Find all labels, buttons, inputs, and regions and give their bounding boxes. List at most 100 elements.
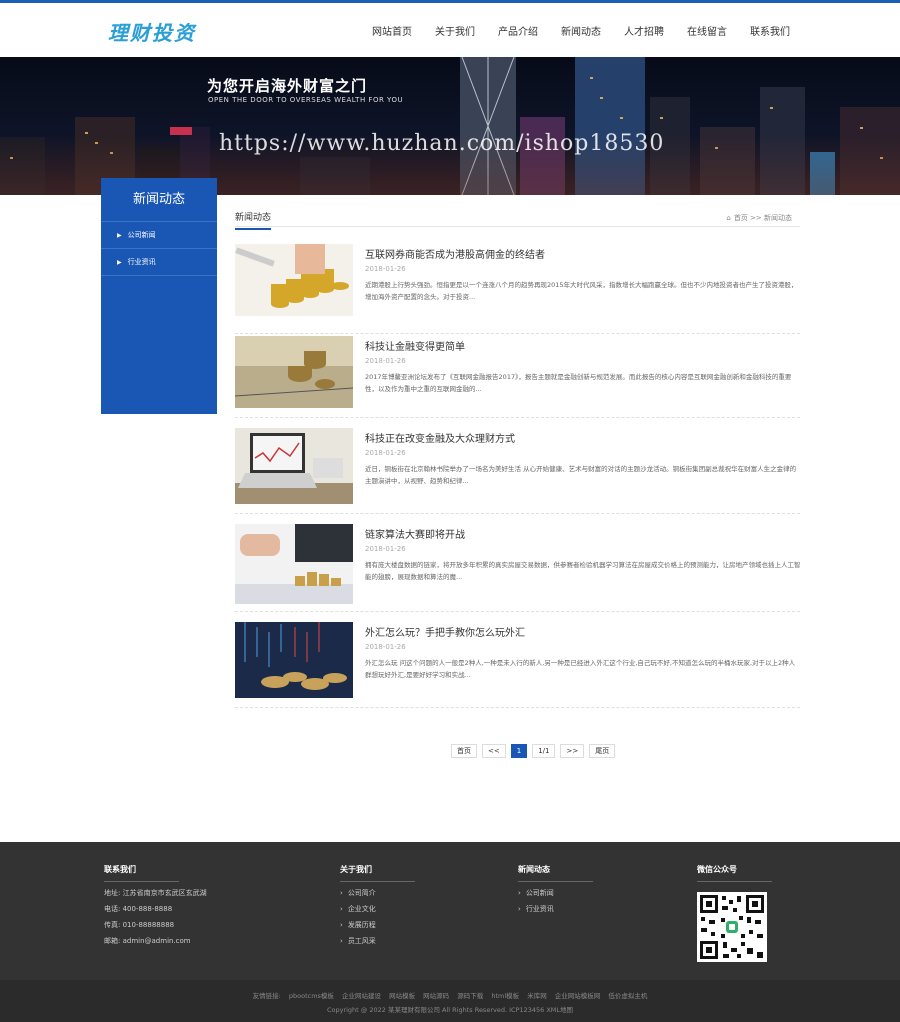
news-title[interactable]: 链家算法大赛即将开战 [365, 526, 465, 541]
banner-subline: OPEN THE DOOR TO OVERSEAS WEALTH FOR YOU [208, 96, 404, 104]
footer-link[interactable]: › 员工风采 [340, 937, 415, 946]
footer-link[interactable]: › 企业文化 [340, 905, 415, 914]
list-item[interactable]: 科技正在改变金融及大众理财方式 2018-01-26 近日，铜板街在北京翰林书院… [235, 428, 800, 514]
friend-links-label: 友情链接: [252, 992, 281, 1000]
sidebar-item-label: 行业资讯 [127, 258, 156, 266]
news-title[interactable]: 外汇怎么玩？手把手教你怎么玩外汇 [365, 624, 525, 639]
news-thumbnail[interactable] [235, 524, 353, 604]
breadcrumb-text: 首页 >> 新闻动态 [733, 214, 792, 222]
footer-news-title: 新闻动态 [518, 864, 593, 882]
chevron-right-icon: › [518, 889, 521, 897]
news-date: 2018-01-26 [365, 545, 406, 553]
page-count: 1/1 [532, 744, 556, 758]
sidebar-title: 新闻动态 [101, 178, 217, 222]
chevron-right-icon: › [340, 921, 343, 929]
qr-code-image [697, 892, 767, 962]
news-title[interactable]: 科技正在改变金融及大众理财方式 [365, 430, 515, 445]
footer-phone: 电话: 400-888-8888 [104, 905, 173, 913]
banner-headline: 为您开启海外财富之门 [207, 77, 368, 95]
news-thumbnail[interactable] [235, 428, 353, 504]
chevron-right-icon: › [340, 905, 343, 913]
chevron-right-icon: › [518, 905, 521, 913]
list-item[interactable]: 链家算法大赛即将开战 2018-01-26 拥有庞大楼盘数据的链家，将开放多年积… [235, 524, 801, 612]
footer-link-label: 公司新闻 [525, 889, 554, 897]
friend-links: 友情链接: pbootcms模板 企业网站建设 网站模板 网站源码 源码下载 h… [0, 990, 900, 1000]
page-title: 新闻动态 [235, 210, 272, 230]
prev-page-button[interactable]: << [482, 744, 506, 758]
friend-link[interactable]: 网站模板 [389, 992, 415, 1000]
content-header: 新闻动态 ⌂ 首页 >> 新闻动态 [235, 205, 800, 230]
footer-link[interactable]: › 行业资讯 [518, 905, 593, 914]
footer-link[interactable]: › 公司新闻 [518, 889, 593, 898]
breadcrumb[interactable]: ⌂ 首页 >> 新闻动态 [726, 213, 792, 223]
news-summary: 外汇怎么玩 问这个问题的人一般是2种人,一种是未入行的新人,另一种是已经进入外汇… [365, 659, 796, 679]
news-date: 2018-01-26 [365, 449, 406, 457]
nav-about[interactable]: 关于我们 [435, 23, 475, 38]
footer-bottom: 友情链接: pbootcms模板 企业网站建设 网站模板 网站源码 源码下载 h… [0, 980, 900, 1022]
news-summary: 2017年博鳌亚洲论坛发布了《互联网金融报告2017》，报告主题就是金融创新与规… [365, 373, 792, 393]
site-logo[interactable]: 理财投资 [108, 17, 196, 46]
pagination: 首页 << 1 1/1 >> 尾页 [451, 744, 616, 758]
news-summary: 近期港股上行势头强劲。恒指更是以一个连涨八个月的趋势再现2015年大时代风采，指… [365, 281, 798, 301]
footer-wechat: 微信公众号 [697, 864, 772, 882]
sidebar-item-company-news[interactable]: ▶ 公司新闻 [101, 222, 217, 249]
chevron-right-icon: ▶ [117, 232, 122, 239]
news-summary: 拥有庞大楼盘数据的链家，将开放多年积累的真实房屋交易数据，供参赛者检验机器学习算… [365, 561, 801, 581]
friend-link[interactable]: pbootcms模板 [289, 992, 334, 1000]
footer-wechat-title: 微信公众号 [697, 864, 772, 882]
footer-email: 邮箱: admin@admin.com [104, 937, 191, 945]
news-title[interactable]: 互联网券商能否成为港股高佣金的终结者 [365, 246, 545, 261]
footer-about: 关于我们 › 公司简介 › 企业文化 › 发展历程 › 员工风采 [340, 864, 415, 946]
news-date: 2018-01-26 [365, 265, 406, 273]
footer-fax: 传真: 010-88888888 [104, 921, 175, 929]
footer-news: 新闻动态 › 公司新闻 › 行业资讯 [518, 864, 593, 914]
friend-link[interactable]: 米库网 [527, 992, 547, 1000]
news-summary: 近日，铜板街在北京翰林书院举办了一场名为美好生活 从心开始健康、艺术与财富的对话… [365, 465, 797, 485]
nav-message[interactable]: 在线留言 [687, 23, 727, 38]
friend-link[interactable]: 源码下载 [457, 992, 483, 1000]
news-title[interactable]: 科技让金融变得更简单 [365, 338, 465, 353]
footer-link[interactable]: › 公司简介 [340, 889, 415, 898]
friend-link[interactable]: html模板 [491, 992, 519, 1000]
footer-link-label: 行业资讯 [525, 905, 554, 913]
chevron-right-icon: › [340, 889, 343, 897]
page-1-button[interactable]: 1 [510, 744, 528, 758]
news-thumbnail[interactable] [235, 336, 353, 408]
footer-contact-title: 联系我们 [104, 864, 179, 882]
site-header: 理财投资 网站首页 关于我们 产品介绍 新闻动态 人才招聘 在线留言 联系我们 [0, 3, 900, 57]
footer-about-title: 关于我们 [340, 864, 415, 882]
news-date: 2018-01-26 [365, 643, 406, 651]
news-thumbnail[interactable] [235, 244, 353, 316]
news-thumbnail[interactable] [235, 622, 353, 698]
friend-link[interactable]: 低价虚拟主机 [608, 992, 647, 1000]
last-page-button[interactable]: 尾页 [589, 744, 616, 758]
news-date: 2018-01-26 [365, 357, 406, 365]
list-item[interactable]: 科技让金融变得更简单 2018-01-26 2017年博鳌亚洲论坛发布了《互联网… [235, 336, 800, 418]
watermark-text: https://www.huzhan.com/ishop18530 [219, 131, 665, 156]
first-page-button[interactable]: 首页 [451, 744, 477, 758]
footer: 联系我们 地址: 江苏省南京市玄武区玄武湖 电话: 400-888-8888 传… [0, 842, 900, 980]
friend-link[interactable]: 网站源码 [423, 992, 449, 1000]
next-page-button[interactable]: >> [560, 744, 585, 758]
sidebar-item-label: 公司新闻 [127, 231, 156, 239]
friend-link[interactable]: 企业网站模板网 [555, 992, 601, 1000]
footer-link[interactable]: › 发展历程 [340, 921, 415, 930]
nav-home[interactable]: 网站首页 [372, 23, 412, 38]
main-content: 新闻动态 ⌂ 首页 >> 新闻动态 [235, 205, 800, 230]
home-icon: ⌂ [726, 214, 731, 222]
footer-link-label: 发展历程 [347, 921, 376, 929]
hero-banner: 为您开启海外财富之门 OPEN THE DOOR TO OVERSEAS WEA… [0, 57, 900, 195]
copyright: Copyright @ 2022 某某理财有限公司 All Rights Res… [326, 1006, 574, 1014]
nav-jobs[interactable]: 人才招聘 [624, 23, 664, 38]
main-nav: 网站首页 关于我们 产品介绍 新闻动态 人才招聘 在线留言 联系我们 [372, 23, 790, 38]
list-item[interactable]: 互联网券商能否成为港股高佣金的终结者 2018-01-26 近期港股上行势头强劲… [235, 244, 800, 334]
chevron-right-icon: ▶ [117, 259, 122, 266]
nav-contact[interactable]: 联系我们 [750, 23, 790, 38]
list-item[interactable]: 外汇怎么玩？手把手教你怎么玩外汇 2018-01-26 外汇怎么玩 问这个问题的… [235, 622, 800, 708]
friend-link[interactable]: 企业网站建设 [342, 992, 381, 1000]
nav-products[interactable]: 产品介绍 [498, 23, 538, 38]
footer-link-label: 员工风采 [347, 937, 376, 945]
nav-news[interactable]: 新闻动态 [561, 23, 601, 38]
sidebar-item-industry-news[interactable]: ▶ 行业资讯 [101, 249, 217, 276]
sidebar: 新闻动态 ▶ 公司新闻 ▶ 行业资讯 [101, 178, 217, 414]
